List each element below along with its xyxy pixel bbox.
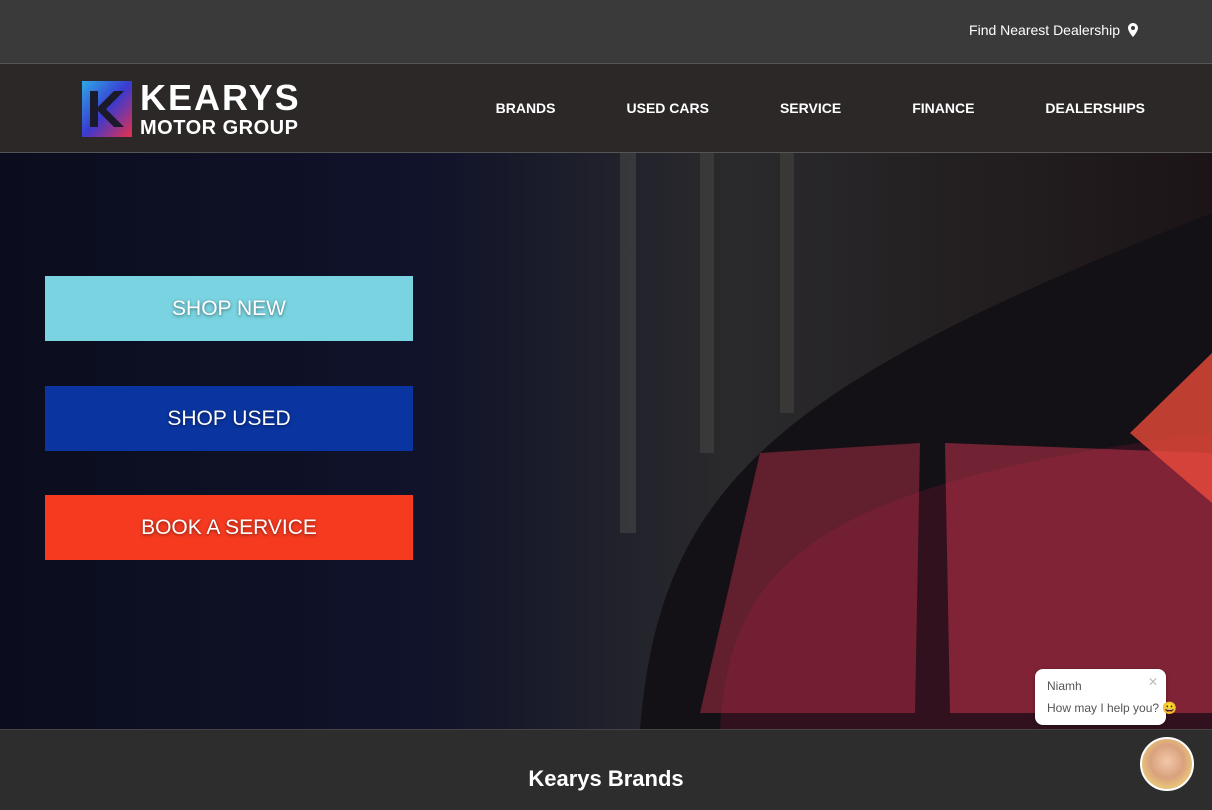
shop-new-button[interactable]: SHOP NEW bbox=[45, 276, 413, 341]
chat-popup[interactable]: Niamh ✕ How may I help you? 😀 bbox=[1035, 669, 1177, 725]
logo-subtitle: MOTOR GROUP bbox=[140, 117, 299, 139]
hero-banner: SHOP NEW SHOP USED BOOK A SERVICE bbox=[0, 153, 1212, 729]
top-bar: Find Nearest Dealership bbox=[0, 0, 1212, 64]
logo-text: KEARYS MOTOR GROUP bbox=[140, 77, 301, 139]
main-header: KEARYS MOTOR GROUP BRANDS USED CARS SERV… bbox=[0, 64, 1212, 153]
logo-mark-icon bbox=[82, 81, 132, 137]
nav-dealerships[interactable]: DEALERSHIPS bbox=[1045, 100, 1145, 116]
chat-agent-avatar[interactable] bbox=[1140, 737, 1194, 791]
kearys-logo[interactable]: KEARYS MOTOR GROUP bbox=[82, 80, 301, 138]
nav-service[interactable]: SERVICE bbox=[780, 100, 841, 116]
brands-section: Kearys Brands bbox=[0, 729, 1212, 810]
logo-title: KEARYS bbox=[140, 77, 301, 118]
nav-used-cars[interactable]: USED CARS bbox=[627, 100, 709, 116]
nav-finance[interactable]: FINANCE bbox=[912, 100, 974, 116]
find-dealership-link[interactable]: Find Nearest Dealership bbox=[969, 22, 1138, 38]
map-pin-icon bbox=[1128, 23, 1138, 37]
find-dealership-label: Find Nearest Dealership bbox=[969, 22, 1120, 38]
chat-agent-name: Niamh bbox=[1047, 679, 1082, 693]
close-icon[interactable]: ✕ bbox=[1148, 675, 1158, 689]
shop-used-button[interactable]: SHOP USED bbox=[45, 386, 413, 451]
nav-brands[interactable]: BRANDS bbox=[496, 100, 556, 116]
brands-title: Kearys Brands bbox=[528, 766, 684, 791]
main-nav: BRANDS USED CARS SERVICE FINANCE DEALERS… bbox=[496, 100, 1145, 116]
book-service-button[interactable]: BOOK A SERVICE bbox=[45, 495, 413, 560]
chat-message: How may I help you? 😀 bbox=[1047, 701, 1178, 715]
